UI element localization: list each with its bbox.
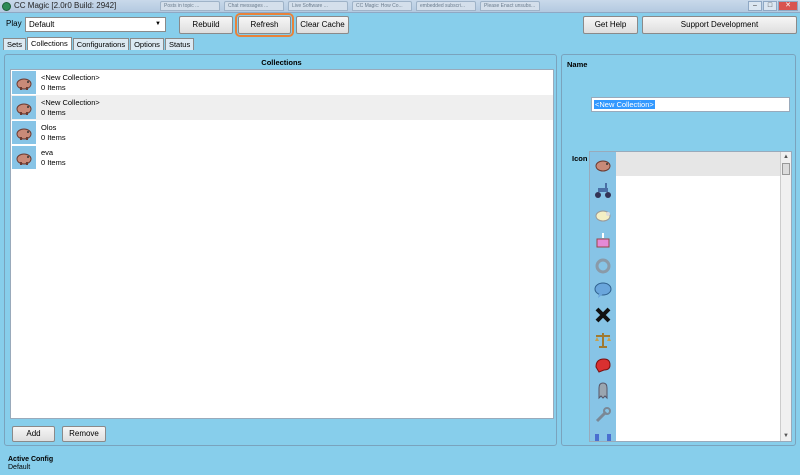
background-tab[interactable]: Live Software ... [288, 1, 348, 11]
list-item[interactable]: eva 0 Items [11, 145, 553, 170]
collection-name: <New Collection> [41, 73, 100, 82]
background-tabs: Posts in topic ... Chat messages ... Liv… [160, 1, 544, 11]
collection-count: 0 Items [41, 133, 66, 142]
x-mark-icon[interactable] [591, 303, 615, 327]
ghost-icon[interactable] [591, 378, 615, 402]
sheep-icon[interactable] [591, 203, 615, 227]
title-bar: CC Magic [2.0r0 Build: 2942] Posts in to… [0, 0, 800, 13]
background-tab[interactable]: CC Magic: How Co... [352, 1, 412, 11]
tab-sets[interactable]: Sets [3, 38, 27, 50]
collection-name-value: <New Collection> [594, 100, 655, 109]
background-tab[interactable]: embedded subscri... [416, 1, 476, 11]
piggy-bank-icon [12, 121, 36, 144]
tab-collections[interactable]: Collections [27, 37, 72, 50]
collection-detail-panel: Name <New Collection> Icon ▲ ▼ [561, 54, 796, 446]
scooter-icon[interactable] [591, 178, 615, 202]
list-item[interactable]: Olos 0 Items [11, 120, 553, 145]
list-item[interactable]: <New Collection> 0 Items [11, 95, 553, 120]
app-icon [2, 2, 11, 11]
cake-icon[interactable] [591, 228, 615, 252]
refresh-button[interactable]: Refresh [235, 13, 294, 37]
collection-count: 0 Items [41, 158, 66, 167]
scroll-up-icon[interactable]: ▲ [781, 152, 791, 162]
collection-name-input[interactable]: <New Collection> [591, 97, 790, 112]
piggy-bank-icon [12, 146, 36, 169]
collections-panel: Collections <New Collection> 0 Items <Ne… [4, 54, 557, 446]
remove-button[interactable]: Remove [62, 426, 106, 442]
close-button[interactable]: ✕ [778, 1, 798, 11]
minimize-button[interactable]: – [748, 1, 762, 11]
tab-status[interactable]: Status [164, 38, 195, 50]
icon-label: Icon [572, 154, 588, 163]
list-item[interactable]: <New Collection> 0 Items [11, 70, 553, 95]
add-button[interactable]: Add [12, 426, 55, 442]
active-config-value: Default [8, 464, 31, 471]
collection-count: 0 Items [41, 83, 66, 92]
tab-options[interactable]: Options [130, 38, 164, 50]
speech-bubble-icon[interactable] [591, 278, 615, 302]
wrench-icon[interactable] [591, 403, 615, 427]
background-tab[interactable]: Chat messages ... [224, 1, 284, 11]
boxing-glove-icon[interactable] [591, 353, 615, 377]
window-controls: – □ ✕ [747, 1, 798, 11]
icon-column [590, 152, 616, 441]
background-tab[interactable]: Please Enact unsubs... [480, 1, 540, 11]
window-title: CC Magic [2.0r0 Build: 2942] [14, 1, 117, 10]
scroll-down-icon[interactable]: ▼ [781, 431, 791, 441]
selected-icon-row [590, 152, 780, 176]
background-tab[interactable]: Posts in topic ... [160, 1, 220, 11]
piggy-bank-icon [12, 96, 36, 119]
collection-name: Olos [41, 123, 57, 132]
magnet-icon[interactable] [591, 428, 615, 441]
tab-configurations[interactable]: Configurations [72, 38, 130, 50]
collection-count: 0 Items [41, 108, 66, 117]
support-development-button[interactable]: Support Development [642, 16, 797, 34]
play-label: Play [6, 19, 22, 28]
rebuild-button[interactable]: Rebuild [179, 16, 233, 34]
maximize-button[interactable]: □ [763, 1, 777, 11]
icon-list-scrollbar[interactable]: ▲ ▼ [780, 152, 791, 441]
collection-name: <New Collection> [41, 98, 100, 107]
tab-bar: Sets Collections Configurations Options … [3, 37, 195, 50]
collections-header: Collections [261, 58, 302, 67]
config-select-value: Default [29, 20, 55, 29]
ring-icon[interactable] [591, 253, 615, 277]
collections-list[interactable]: <New Collection> 0 Items <New Collection… [10, 69, 554, 419]
chevron-down-icon: ▼ [155, 21, 161, 27]
scrollbar-thumb[interactable] [782, 163, 790, 175]
name-label: Name [567, 60, 588, 69]
scales-icon[interactable] [591, 328, 615, 352]
piggy-bank-icon [12, 71, 36, 94]
config-select[interactable]: Default ▼ [25, 17, 166, 32]
collection-name: eva [41, 148, 54, 157]
piggy-bank-icon[interactable] [591, 153, 615, 177]
clear-cache-button[interactable]: Clear Cache [296, 16, 349, 34]
active-config-label: Active Config [8, 456, 54, 463]
icon-list[interactable]: ▲ ▼ [589, 151, 792, 442]
get-help-button[interactable]: Get Help [583, 16, 638, 34]
